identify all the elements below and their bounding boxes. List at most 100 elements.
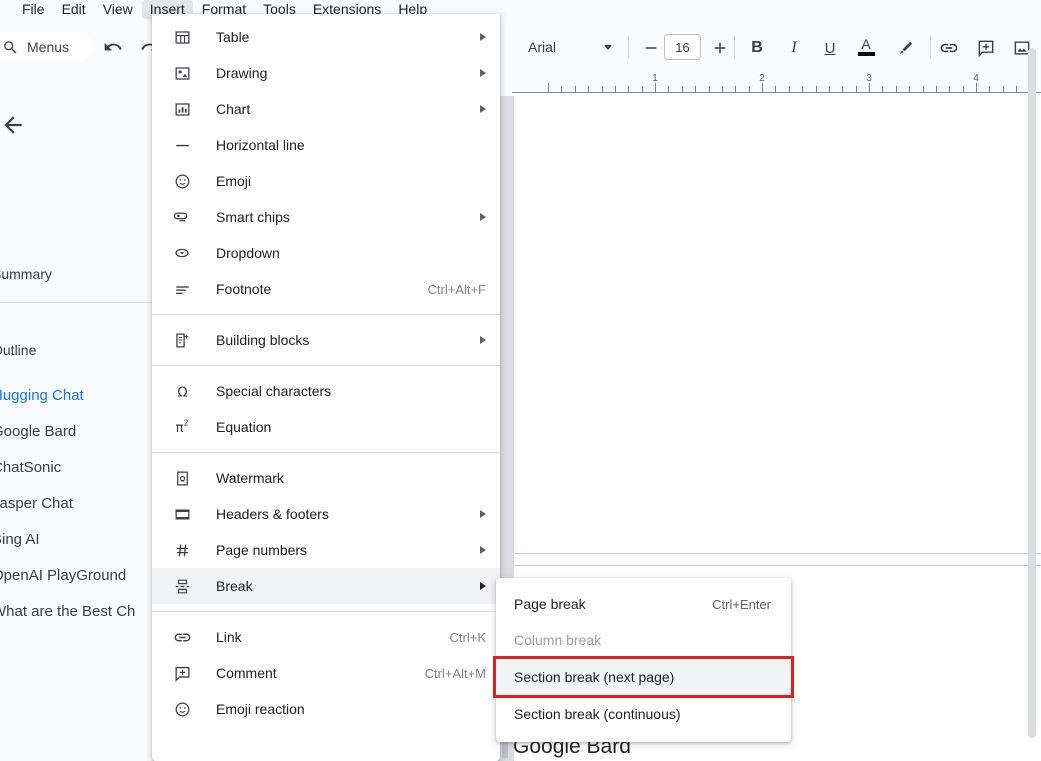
text-color-letter: A bbox=[861, 37, 870, 51]
submenu-item-column-break: Column break bbox=[496, 622, 791, 658]
menu-item-special-characters[interactable]: Ω Special characters bbox=[152, 373, 500, 409]
svg-text:Ω: Ω bbox=[177, 385, 187, 400]
submenu-item-label: Section break (next page) bbox=[514, 669, 674, 685]
menu-item-link[interactable]: LinkCtrl+K bbox=[152, 619, 500, 655]
break-icon bbox=[170, 577, 194, 596]
break-submenu: Page breakCtrl+Enter Column break Section … bbox=[496, 578, 791, 742]
decrease-font-size-button[interactable] bbox=[636, 33, 666, 63]
menu-scrollbar[interactable] bbox=[1028, 48, 1036, 738]
menu-item-label: Break bbox=[216, 578, 480, 594]
menu-item-label: Page numbers bbox=[216, 542, 480, 558]
ruler-tick bbox=[682, 86, 683, 92]
smart-chips-icon bbox=[170, 207, 194, 227]
menu-item-emoji[interactable]: Emoji bbox=[152, 163, 500, 199]
menu-search-box[interactable]: Menus bbox=[0, 32, 92, 62]
menu-item-label: Chart bbox=[216, 101, 480, 117]
ruler-tick bbox=[655, 83, 656, 92]
bold-button[interactable]: B bbox=[742, 33, 772, 63]
dropdown-icon bbox=[170, 243, 194, 263]
ruler-tick bbox=[816, 86, 817, 92]
underline-button[interactable]: U bbox=[815, 33, 845, 63]
font-size-input[interactable]: 16 bbox=[664, 34, 701, 60]
outline-item-3[interactable]: Jasper Chat bbox=[0, 486, 157, 522]
menu-item-watermark[interactable]: Watermark bbox=[152, 460, 500, 496]
menu-item-dropdown[interactable]: Dropdown bbox=[152, 235, 500, 271]
menu-item-page-numbers[interactable]: Page numbers bbox=[152, 532, 500, 568]
menu-item-label: Dropdown bbox=[216, 245, 486, 261]
footnote-icon bbox=[170, 280, 194, 299]
menu-item-table[interactable]: Table bbox=[152, 19, 500, 55]
submenu-item-label: Column break bbox=[514, 632, 601, 648]
ruler-label-3: 3 bbox=[866, 73, 872, 84]
submenu-item-section-break-continuous[interactable]: Section break (continuous) bbox=[496, 696, 791, 732]
menu-item-equation[interactable]: π2Equation bbox=[152, 409, 500, 445]
watermark-icon bbox=[170, 469, 194, 488]
outline-item-0[interactable]: Hugging Chat bbox=[0, 378, 157, 414]
menubar-item-view[interactable]: View bbox=[95, 0, 141, 19]
increase-font-size-button[interactable] bbox=[705, 33, 735, 63]
outline-list: Hugging ChatGoogle BardChatSonicJasper C… bbox=[0, 378, 157, 630]
menu-item-label: Drawing bbox=[216, 65, 480, 81]
ruler-tick bbox=[989, 86, 990, 92]
ruler-tick bbox=[575, 86, 576, 92]
google-docs-window: FileEditViewInsertFormatToolsExtensionsH… bbox=[0, 0, 1041, 761]
submenu-item-label: Section break (continuous) bbox=[514, 706, 681, 722]
headers-footers-icon bbox=[170, 505, 194, 524]
highlight-color-button[interactable] bbox=[890, 33, 920, 63]
ruler-tick bbox=[882, 86, 883, 92]
ruler-tick bbox=[561, 86, 562, 92]
font-family-selector[interactable]: Arial bbox=[520, 33, 620, 61]
submenu-arrow-icon bbox=[480, 105, 486, 113]
menu-item-emoji-reaction[interactable]: Emoji reaction bbox=[152, 691, 500, 727]
emoji-reaction-icon bbox=[170, 700, 194, 719]
submenu-arrow-icon bbox=[480, 582, 486, 590]
submenu-arrow-icon bbox=[480, 510, 486, 518]
horizontal-ruler[interactable]: 1234 bbox=[512, 72, 1041, 96]
comment-icon bbox=[170, 664, 194, 683]
menu-item-horizontal-line[interactable]: Horizontal line bbox=[152, 127, 500, 163]
menu-item-label: Emoji reaction bbox=[216, 701, 486, 717]
menu-item-label: Link bbox=[216, 629, 450, 645]
submenu-arrow-icon bbox=[480, 33, 486, 41]
chevron-down-icon bbox=[604, 45, 612, 50]
outline-item-4[interactable]: Bing AI bbox=[0, 522, 157, 558]
menu-item-comment[interactable]: CommentCtrl+Alt+M bbox=[152, 655, 500, 691]
menu-item-drawing[interactable]: Drawing bbox=[152, 55, 500, 91]
outline-sidebar: Summary Outline Hugging ChatGoogle BardC… bbox=[0, 96, 152, 761]
outline-item-5[interactable]: OpenAI PlayGround bbox=[0, 558, 157, 594]
ruler-tick bbox=[923, 86, 924, 92]
text-color-swatch bbox=[858, 52, 875, 56]
menu-item-headers-footers[interactable]: Headers & footers bbox=[152, 496, 500, 532]
outline-item-1[interactable]: Google Bard bbox=[0, 414, 157, 450]
svg-text:π: π bbox=[175, 421, 183, 436]
back-arrow-icon[interactable] bbox=[0, 112, 26, 143]
submenu-item-section-break-next-page[interactable]: Section break (next page) bbox=[496, 659, 791, 695]
ruler-tick bbox=[628, 86, 629, 92]
menu-item-chart[interactable]: Chart bbox=[152, 91, 500, 127]
outline-item-2[interactable]: ChatSonic bbox=[0, 450, 157, 486]
menu-item-smart-chips[interactable]: Smart chips bbox=[152, 199, 500, 235]
ruler-tick bbox=[762, 83, 763, 92]
menu-item-footnote[interactable]: FootnoteCtrl+Alt+F bbox=[152, 271, 500, 307]
menubar-item-edit[interactable]: Edit bbox=[54, 0, 94, 19]
ruler-tick bbox=[856, 86, 857, 92]
undo-button[interactable] bbox=[98, 32, 128, 62]
submenu-item-page-break[interactable]: Page breakCtrl+Enter bbox=[496, 586, 791, 622]
text-color-button[interactable]: A bbox=[851, 31, 881, 61]
document-page-1[interactable] bbox=[514, 96, 1041, 553]
italic-button[interactable]: I bbox=[779, 33, 809, 63]
toolbar-divider-2 bbox=[734, 36, 735, 58]
menu-item-building-blocks[interactable]: Building blocks bbox=[152, 322, 500, 358]
add-comment-button[interactable] bbox=[971, 33, 1001, 63]
emoji-icon bbox=[170, 172, 194, 191]
ruler-tick bbox=[722, 86, 723, 92]
menubar-item-file[interactable]: File bbox=[14, 0, 53, 19]
outline-item-6[interactable]: What are the Best Ch bbox=[0, 594, 157, 630]
insert-link-button[interactable] bbox=[934, 33, 964, 63]
ruler-tick bbox=[789, 86, 790, 92]
ruler-tick bbox=[749, 86, 750, 92]
menu-item-break[interactable]: Break bbox=[152, 568, 500, 604]
menu-item-label: Special characters bbox=[216, 383, 486, 399]
building-blocks-icon bbox=[170, 331, 194, 350]
ruler-tick bbox=[802, 86, 803, 92]
